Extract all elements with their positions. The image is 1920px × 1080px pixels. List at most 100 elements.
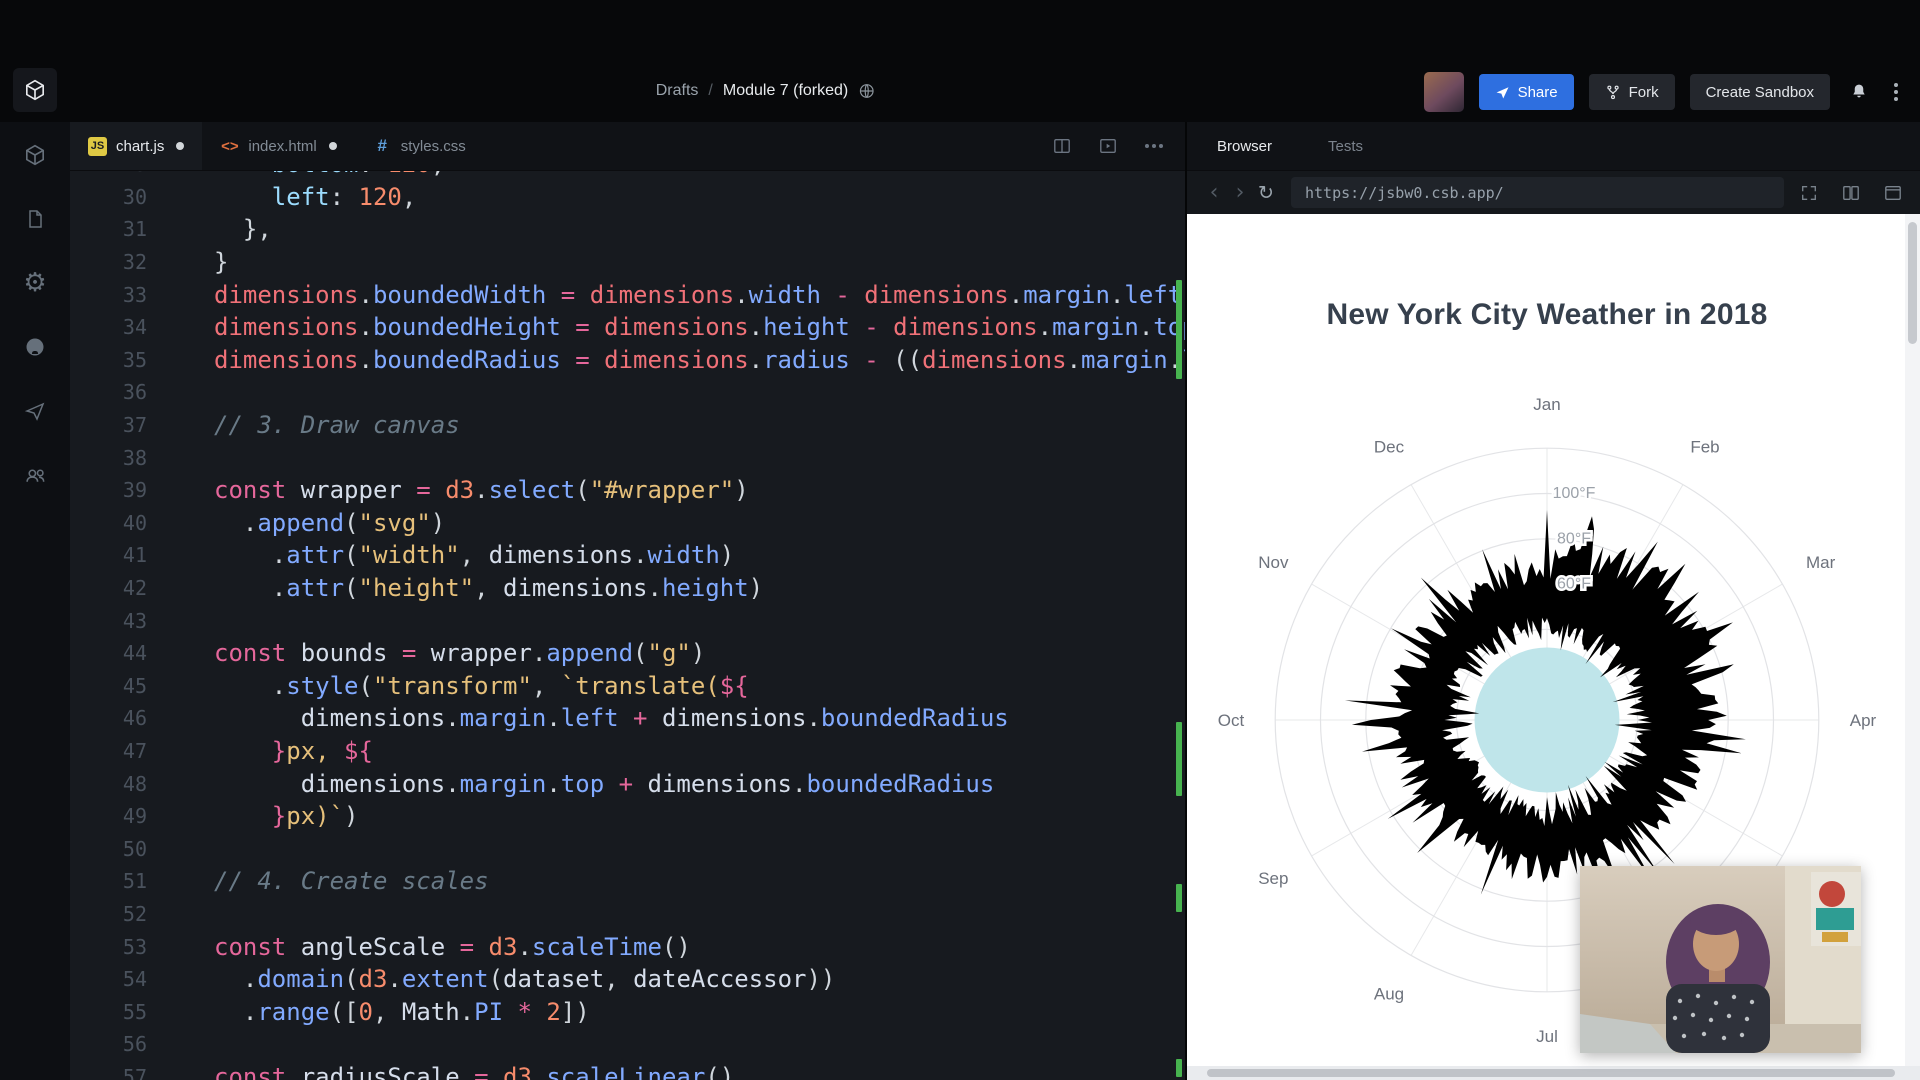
code-line[interactable]: 40 .append("svg")	[70, 507, 1185, 540]
sandbox-title[interactable]: Module 7 (forked)	[723, 82, 848, 100]
fork-label: Fork	[1628, 83, 1659, 101]
line-number: 46	[122, 706, 147, 731]
code-line[interactable]: 32}	[70, 246, 1185, 279]
radial-tick-label: 100°F	[1553, 485, 1596, 502]
notifications-bell-icon[interactable]	[1845, 78, 1873, 106]
line-number: 40	[122, 510, 147, 535]
tab-styles-css[interactable]: # styles.css	[355, 122, 484, 170]
split-view-icon[interactable]	[1838, 180, 1864, 206]
webcam-video[interactable]	[1580, 866, 1861, 1053]
code-line[interactable]: 35 dimensions.boundedRadius = dimensions.…	[70, 344, 1185, 377]
code-line[interactable]: 33 dimensions.boundedWidth = dimensions.w…	[70, 278, 1185, 311]
settings-gear-icon[interactable]: ⚙	[22, 268, 48, 298]
editor-more-icon[interactable]	[1141, 140, 1167, 152]
tab-tests[interactable]: Tests	[1328, 138, 1363, 155]
code-text: .style("transform", `translate(${	[214, 671, 749, 700]
line-number: 53	[122, 934, 147, 959]
code-line[interactable]: 54 .domain(d3.extent(dataset, dateAccess…	[70, 963, 1185, 996]
month-label: Sep	[1258, 869, 1288, 888]
line-number: 44	[122, 641, 147, 666]
fork-button[interactable]: Fork	[1588, 74, 1675, 110]
forward-icon[interactable]: ›	[1227, 180, 1253, 205]
tab-browser[interactable]: Browser	[1217, 138, 1272, 155]
code-line[interactable]: 30 left: 120,	[70, 181, 1185, 214]
create-sandbox-button[interactable]: Create Sandbox	[1689, 74, 1830, 110]
breadcrumb-folder[interactable]: Drafts	[656, 82, 699, 100]
code-line[interactable]: 50	[70, 832, 1185, 865]
code-line[interactable]: 57 const radiusScale = d3.scaleLinear()	[70, 1061, 1185, 1080]
vertical-scrollbar-thumb[interactable]	[1908, 222, 1917, 344]
code-text: dimensions.boundedHeight = dimensions.he…	[214, 313, 1185, 342]
code-text: const angleScale = d3.scaleTime()	[214, 932, 691, 961]
code-line[interactable]: 43	[70, 604, 1185, 637]
line-number: 38	[122, 445, 147, 470]
line-number: 54	[122, 967, 147, 992]
share-icon	[1496, 86, 1509, 98]
tab-chart-js[interactable]: JS chart.js	[70, 122, 203, 170]
month-label: Apr	[1850, 711, 1877, 730]
month-label: Jul	[1536, 1027, 1558, 1046]
code-text: .attr("width", dimensions.width)	[214, 541, 735, 570]
code-line[interactable]: 45 .style("transform", `translate(${	[70, 670, 1185, 703]
sandbox-box-icon[interactable]	[22, 142, 48, 168]
line-number: 32	[122, 250, 147, 275]
files-icon[interactable]	[22, 206, 48, 232]
month-label: Nov	[1258, 553, 1289, 572]
team-icon[interactable]	[22, 462, 48, 488]
more-options-icon[interactable]	[1888, 79, 1904, 105]
refresh-icon[interactable]: ↻	[1253, 182, 1279, 204]
line-number: 41	[122, 543, 147, 568]
line-number: 45	[122, 673, 147, 698]
code-text: dimensions.margin.top + dimensions.bound…	[214, 769, 995, 798]
code-line[interactable]: 38	[70, 441, 1185, 474]
code-text: dimensions.margin.left + dimensions.boun…	[214, 704, 1009, 733]
git-diff-marker	[1176, 722, 1182, 796]
code-line[interactable]: 41 .attr("width", dimensions.width)	[70, 539, 1185, 572]
code-text: .domain(d3.extent(dataset, dateAccessor)…	[214, 965, 836, 994]
code-text: dimensions.boundedWidth = dimensions.wid…	[214, 280, 1183, 309]
code-line[interactable]: 46 dimensions.margin.left + dimensions.b…	[70, 702, 1185, 735]
code-text: const wrapper = d3.select("#wrapper")	[214, 476, 749, 505]
horizontal-scrollbar-thumb[interactable]	[1207, 1069, 1895, 1077]
code-line[interactable]: 36	[70, 376, 1185, 409]
code-line[interactable]: 34 dimensions.boundedHeight = dimensions.…	[70, 311, 1185, 344]
split-editor-icon[interactable]	[1049, 133, 1075, 159]
code-line[interactable]: 52	[70, 898, 1185, 931]
back-icon[interactable]: ‹	[1201, 180, 1227, 205]
code-line[interactable]: 53 const angleScale = d3.scaleTime()	[70, 930, 1185, 963]
vertical-scrollbar[interactable]	[1905, 214, 1920, 1066]
code-line[interactable]: 49 }px)`)	[70, 800, 1185, 833]
codesandbox-logo[interactable]	[13, 68, 57, 112]
freezing-circle	[1474, 647, 1620, 793]
expand-preview-icon[interactable]	[1796, 180, 1822, 206]
tab-index-html[interactable]: <> index.html	[202, 122, 354, 170]
topbar-actions: Share Fork Create Sandbox	[1423, 72, 1904, 112]
code-line[interactable]: 48 dimensions.margin.top + dimensions.bo…	[70, 767, 1185, 800]
code-line[interactable]: 37 // 3. Draw canvas	[70, 409, 1185, 442]
code-editor[interactable]: 29 bottom: 120,30 left: 120,31 },32}33di…	[70, 171, 1185, 1080]
code-line[interactable]: 42 .attr("height", dimensions.height)	[70, 572, 1185, 605]
github-icon[interactable]	[22, 334, 48, 360]
url-input[interactable]	[1291, 177, 1784, 208]
deploy-icon[interactable]	[22, 398, 48, 424]
horizontal-scrollbar[interactable]	[1187, 1066, 1920, 1080]
line-number: 31	[122, 217, 147, 242]
radial-tick-label: 60°F	[1557, 576, 1591, 593]
fork-icon	[1606, 85, 1619, 100]
code-line[interactable]: 31 },	[70, 213, 1185, 246]
code-line[interactable]: 55 .range([0, Math.PI * 2])	[70, 995, 1185, 1028]
toggle-preview-icon[interactable]	[1095, 133, 1121, 159]
code-line[interactable]: 47 }px, ${	[70, 735, 1185, 768]
code-lines: 29 bottom: 120,30 left: 120,31 },32}33di…	[70, 171, 1185, 1080]
code-text: // 4. Create scales	[214, 867, 489, 896]
presenter-video-frame	[1580, 866, 1861, 1053]
code-line[interactable]: 51 // 4. Create scales	[70, 865, 1185, 898]
code-line[interactable]: 44 const bounds = wrapper.append("g")	[70, 637, 1185, 670]
code-line[interactable]: 29 bottom: 120,	[70, 171, 1185, 181]
tab-label: chart.js	[116, 137, 165, 155]
code-line[interactable]: 56	[70, 1028, 1185, 1061]
code-line[interactable]: 39 const wrapper = d3.select("#wrapper")	[70, 474, 1185, 507]
open-in-new-window-icon[interactable]	[1880, 180, 1906, 206]
user-avatar[interactable]	[1423, 72, 1464, 112]
share-button[interactable]: Share	[1478, 74, 1574, 110]
